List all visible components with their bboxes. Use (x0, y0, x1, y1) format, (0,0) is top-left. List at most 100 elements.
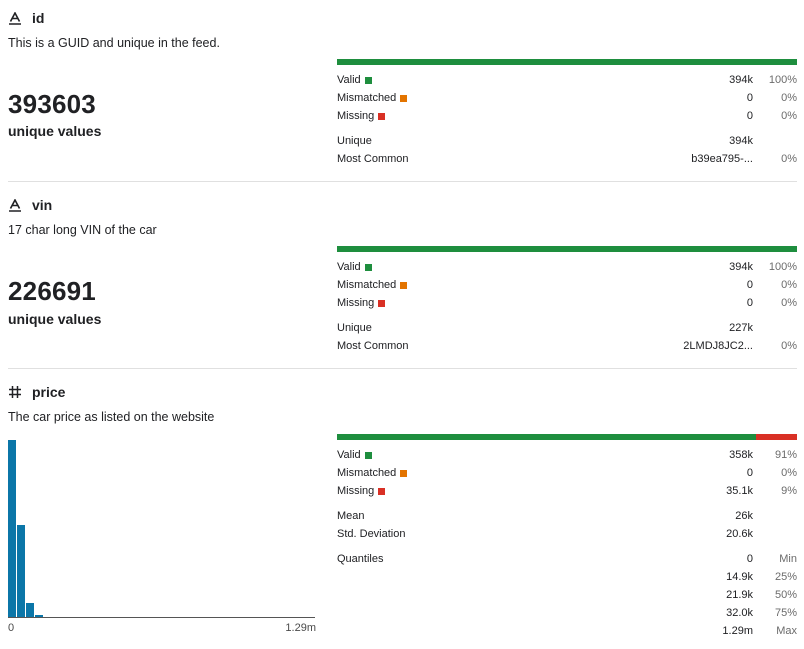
quantile-name: 50% (774, 589, 797, 601)
histogram-x-min-label: 0 (8, 622, 15, 634)
missing-swatch (378, 487, 386, 495)
quantile-row-25: 14.9k 25% (337, 569, 797, 585)
quality-bar-missing (755, 434, 797, 440)
valid-row: Valid 394k 100% (337, 72, 797, 88)
mean-label: Mean (337, 510, 365, 522)
quantile-value: 1.29m (722, 625, 753, 637)
missing-row: Missing 0 0% (337, 108, 797, 124)
most-common-label: Most Common (337, 340, 409, 352)
valid-value: 358k (729, 449, 753, 461)
missing-value: 35.1k (726, 485, 753, 497)
quality-bar (337, 59, 797, 65)
unique-row: Unique 394k (337, 133, 797, 149)
unique-label: unique values (8, 123, 102, 139)
mean-value: 26k (735, 510, 753, 522)
missing-row: Missing 35.1k 9% (337, 483, 797, 499)
mismatched-pct: 0% (781, 92, 797, 104)
column-name: price (32, 384, 66, 400)
quality-bar (337, 246, 797, 252)
quantile-row-50: 21.9k 50% (337, 587, 797, 603)
quantile-value: 0 (746, 553, 753, 565)
histogram-bar (26, 603, 34, 617)
unique-stat-value: 227k (729, 322, 753, 334)
column-section-id: id This is a GUID and unique in the feed… (8, 8, 797, 182)
string-type-icon (8, 198, 22, 212)
column-description: This is a GUID and unique in the feed. (8, 36, 220, 50)
quantile-value: 21.9k (726, 589, 753, 601)
unique-stat-value: 394k (729, 135, 753, 147)
column-header: vin (8, 195, 52, 215)
valid-swatch (364, 263, 372, 271)
mismatched-pct: 0% (781, 279, 797, 291)
valid-swatch (364, 451, 372, 459)
histogram-x-max-label: 1.29m (285, 622, 316, 634)
quality-bar (337, 434, 797, 440)
unique-label: unique values (8, 311, 102, 327)
valid-pct: 91% (774, 449, 797, 461)
valid-value: 394k (729, 261, 753, 273)
most-common-row: Most Common 2LMDJ8JC2... 0% (337, 338, 797, 354)
quantile-name: 75% (774, 607, 797, 619)
unique-stat-label: Unique (337, 322, 372, 334)
valid-row: Valid 394k 100% (337, 259, 797, 275)
mismatched-label: Mismatched (337, 279, 397, 291)
histogram-bar (8, 440, 16, 617)
mismatched-value: 0 (746, 467, 753, 479)
column-section-vin: vin 17 char long VIN of the car 226691 u… (8, 195, 797, 369)
string-type-icon (8, 11, 22, 25)
quality-bar-valid (337, 434, 756, 440)
most-common-pct: 0% (781, 340, 797, 352)
column-description: 17 char long VIN of the car (8, 223, 157, 237)
column-description: The car price as listed on the website (8, 410, 215, 424)
column-name: id (32, 10, 45, 26)
unique-count: 226691 (8, 276, 96, 306)
mismatched-row: Mismatched 0 0% (337, 90, 797, 106)
valid-pct: 100% (768, 261, 797, 273)
quality-bar-valid (337, 246, 797, 252)
quality-bar-valid (337, 59, 797, 65)
mismatched-swatch (400, 281, 408, 289)
price-histogram: 0 1.29m (8, 439, 316, 634)
std-label: Std. Deviation (337, 528, 406, 540)
valid-swatch (364, 76, 372, 84)
missing-swatch (378, 112, 386, 120)
mismatched-pct: 0% (781, 467, 797, 479)
mismatched-row: Mismatched 0 0% (337, 277, 797, 293)
most-common-row: Most Common b39ea795-... 0% (337, 151, 797, 167)
missing-pct: 9% (781, 485, 797, 497)
quantile-row-min: Quantiles 0 Min (337, 551, 797, 567)
most-common-pct: 0% (781, 153, 797, 165)
quantile-name: 25% (774, 571, 797, 583)
missing-row: Missing 0 0% (337, 295, 797, 311)
mismatched-value: 0 (746, 279, 753, 291)
histogram-bar (17, 525, 25, 617)
section-divider (8, 368, 797, 369)
most-common-label: Most Common (337, 153, 409, 165)
missing-swatch (378, 299, 386, 307)
most-common-value: b39ea795-... (691, 153, 753, 165)
missing-pct: 0% (781, 110, 797, 122)
unique-row: Unique 227k (337, 320, 797, 336)
quantile-row-max: 1.29m Max (337, 623, 797, 639)
histogram-bar (35, 615, 43, 617)
quantiles-label: Quantiles (337, 553, 384, 565)
mismatched-value: 0 (746, 92, 753, 104)
column-header: price (8, 382, 65, 402)
section-divider (8, 181, 797, 182)
histogram-x-axis (8, 617, 315, 618)
quantile-value: 32.0k (726, 607, 753, 619)
unique-stat-label: Unique (337, 135, 372, 147)
missing-value: 0 (746, 110, 753, 122)
missing-value: 0 (746, 297, 753, 309)
column-header: id (8, 8, 44, 28)
quantile-name: Min (779, 553, 797, 565)
quantile-value: 14.9k (726, 571, 753, 583)
missing-label: Missing (337, 110, 375, 122)
most-common-value: 2LMDJ8JC2... (683, 340, 753, 352)
numeric-type-icon (8, 385, 22, 399)
mean-row: Mean 26k (337, 508, 797, 524)
column-name: vin (32, 197, 53, 213)
mismatched-swatch (400, 94, 408, 102)
valid-label: Valid (337, 449, 361, 461)
valid-label: Valid (337, 261, 361, 273)
